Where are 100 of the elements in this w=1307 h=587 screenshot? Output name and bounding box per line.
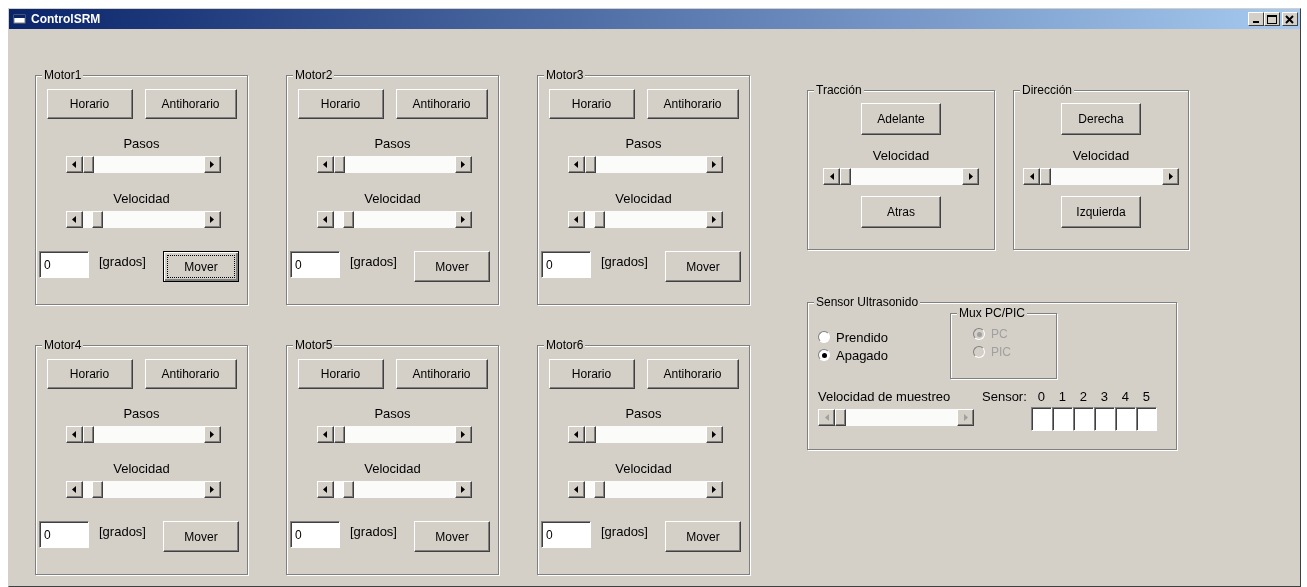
scroll-right-button[interactable] — [1162, 168, 1179, 185]
minimize-button[interactable] — [1248, 12, 1264, 26]
sensor-number: 1 — [1058, 389, 1066, 404]
scroll-thumb[interactable] — [594, 211, 606, 228]
sensor-indicator — [1093, 407, 1115, 431]
group-label: Tracción — [814, 83, 864, 97]
scroll-thumb[interactable] — [333, 156, 345, 173]
unit-label: [grados] — [99, 254, 146, 269]
scroll-thumb[interactable] — [584, 156, 596, 173]
sampling-label: Velocidad de muestreo — [818, 389, 952, 404]
arrow-left-icon — [72, 431, 76, 438]
arrow-left-icon — [323, 216, 327, 223]
slider-label: Velocidad — [113, 461, 170, 476]
scroll-left-button[interactable] — [316, 426, 334, 443]
scroll-thumb[interactable] — [82, 426, 94, 443]
arrow-right-icon — [210, 431, 214, 438]
angle-input-field[interactable]: 0 — [39, 251, 89, 278]
scroll-left-button[interactable] — [567, 211, 585, 228]
scroll-thumb[interactable] — [82, 156, 94, 173]
scroll-left-button[interactable] — [65, 481, 83, 498]
app-icon — [13, 13, 27, 25]
sensor-number: 2 — [1079, 389, 1087, 404]
radio-button[interactable]: Prendido — [818, 329, 950, 345]
arrow-right-icon — [461, 486, 465, 493]
angle-input-field[interactable]: 0 — [541, 251, 591, 278]
move-button[interactable]: Mover — [665, 521, 741, 552]
slider-label: Pasos — [374, 406, 411, 421]
scroll-left-button[interactable] — [1023, 168, 1040, 185]
arrow-right-icon — [210, 486, 214, 493]
angle-input-field[interactable]: 0 — [290, 521, 340, 548]
scroll-thumb[interactable] — [343, 211, 355, 228]
scroll-left-button[interactable] — [65, 156, 83, 173]
counterclockwise-button[interactable]: Antihorario — [395, 359, 488, 389]
scroll-thumb[interactable] — [840, 168, 851, 185]
slider-label: Velocidad — [113, 191, 170, 206]
clockwise-button[interactable]: Horario — [297, 89, 384, 119]
move-button[interactable]: Mover — [163, 521, 239, 552]
right-button[interactable]: Derecha — [1061, 103, 1141, 135]
scroll-thumb[interactable] — [92, 481, 104, 498]
slider-label: Pasos — [374, 136, 411, 151]
clockwise-button[interactable]: Horario — [548, 89, 635, 119]
angle-input-field[interactable]: 0 — [541, 521, 591, 548]
left-button[interactable]: Izquierda — [1061, 196, 1141, 228]
scroll-left-button[interactable] — [316, 211, 334, 228]
arrow-left-icon — [72, 486, 76, 493]
counterclockwise-button[interactable]: Antihorario — [144, 359, 237, 389]
close-button[interactable] — [1282, 12, 1298, 26]
scroll-thumb[interactable] — [1040, 168, 1051, 185]
scroll-thumb[interactable] — [92, 211, 104, 228]
backward-button[interactable]: Atras — [861, 196, 941, 228]
scroll-thumb[interactable] — [584, 426, 596, 443]
unit-label: [grados] — [350, 524, 397, 539]
maximize-button[interactable] — [1264, 12, 1280, 26]
clockwise-button[interactable]: Horario — [297, 359, 384, 389]
move-button[interactable]: Mover — [414, 521, 490, 552]
scroll-right-button[interactable] — [962, 168, 979, 185]
clockwise-button[interactable]: Horario — [46, 359, 133, 389]
slider-label: Velocidad — [615, 461, 672, 476]
move-button[interactable]: Mover — [665, 251, 741, 282]
counterclockwise-button[interactable]: Antihorario — [395, 89, 488, 119]
group-label: Motor3 — [544, 68, 586, 82]
angle-input-field[interactable]: 0 — [39, 521, 89, 548]
minimize-icon — [1253, 21, 1259, 23]
move-button[interactable]: Mover — [414, 251, 490, 282]
arrow-right-icon — [968, 173, 973, 180]
unit-label: [grados] — [601, 254, 648, 269]
scroll-left-button[interactable] — [567, 156, 585, 173]
counterclockwise-button[interactable]: Antihorario — [646, 359, 739, 389]
scroll-left-button[interactable] — [316, 156, 334, 173]
slider-label: Pasos — [123, 406, 160, 421]
move-button[interactable]: Mover — [163, 251, 239, 282]
scroll-left-button[interactable] — [818, 409, 835, 426]
scroll-left-button[interactable] — [316, 481, 334, 498]
slider-label: Pasos — [625, 136, 662, 151]
scroll-thumb[interactable] — [333, 426, 345, 443]
arrow-right-icon — [712, 161, 716, 168]
arrow-left-icon — [1029, 173, 1034, 180]
group-label: Mux PC/PIC — [957, 306, 1027, 320]
scroll-left-button[interactable] — [65, 211, 83, 228]
scroll-left-button[interactable] — [823, 168, 840, 185]
counterclockwise-button[interactable]: Antihorario — [144, 89, 237, 119]
group-label: Motor4 — [42, 338, 84, 352]
sensor-number: 0 — [1037, 389, 1045, 404]
forward-button[interactable]: Adelante — [861, 103, 941, 135]
scroll-thumb[interactable] — [343, 481, 355, 498]
scroll-right-button[interactable] — [957, 409, 974, 426]
counterclockwise-button[interactable]: Antihorario — [646, 89, 739, 119]
angle-input-field[interactable]: 0 — [290, 251, 340, 278]
arrow-right-icon — [461, 431, 465, 438]
unit-label: [grados] — [350, 254, 397, 269]
clockwise-button[interactable]: Horario — [548, 359, 635, 389]
unit-label: [grados] — [99, 524, 146, 539]
scroll-left-button[interactable] — [567, 426, 585, 443]
scroll-left-button[interactable] — [65, 426, 83, 443]
scroll-thumb[interactable] — [594, 481, 606, 498]
group-label: Sensor Ultrasonido — [814, 295, 921, 309]
scroll-left-button[interactable] — [567, 481, 585, 498]
clockwise-button[interactable]: Horario — [46, 89, 133, 119]
group-label: Motor5 — [293, 338, 335, 352]
radio-button[interactable]: Apagado — [818, 347, 950, 363]
